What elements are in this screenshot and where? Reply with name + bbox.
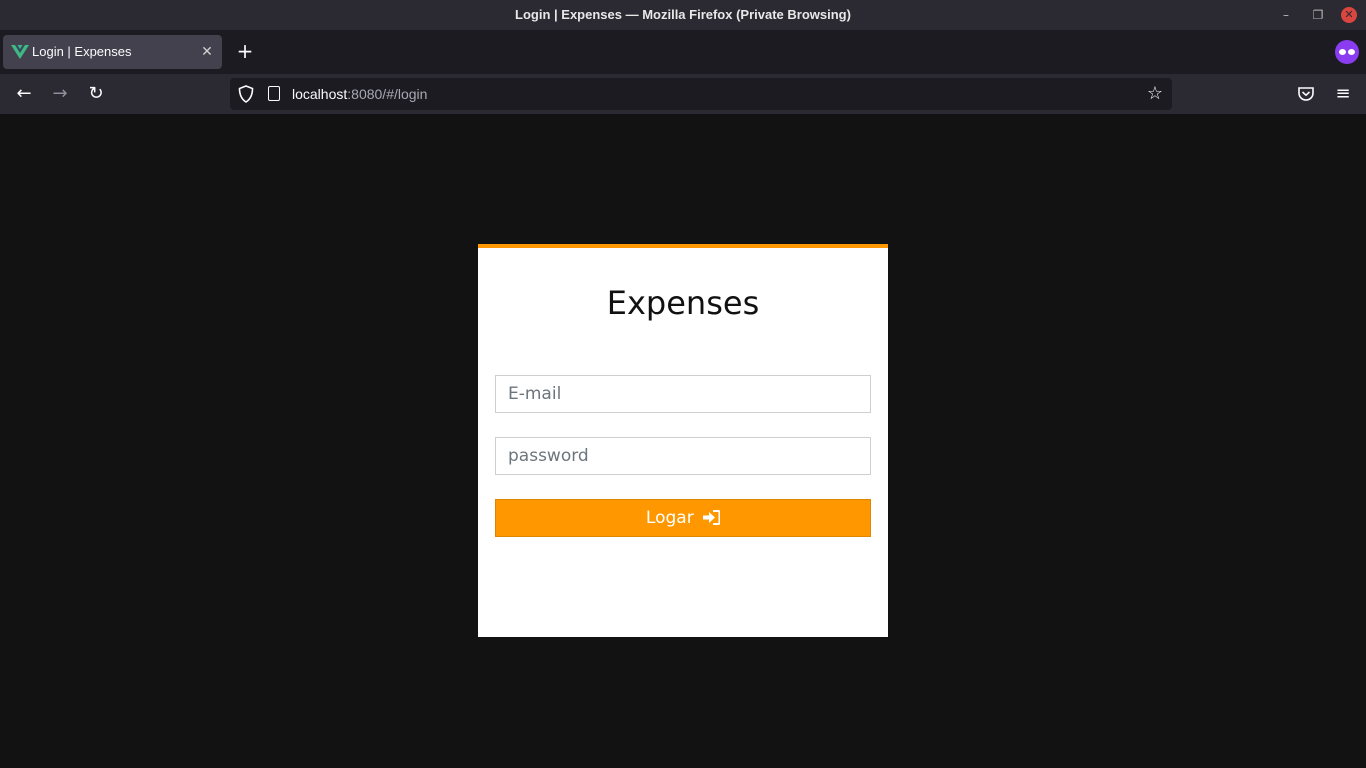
login-button[interactable]: Logar [495, 499, 871, 537]
close-window-button[interactable]: ✕ [1341, 7, 1357, 23]
vue-logo-icon [11, 45, 29, 59]
tab-label: Login | Expenses [32, 44, 132, 59]
login-card: Expenses Logar [478, 244, 888, 637]
back-button[interactable]: ← [12, 82, 36, 106]
window-titlebar: Login | Expenses — Mozilla Firefox (Priv… [0, 0, 1366, 30]
sign-in-icon [703, 510, 721, 525]
page-content: Expenses Logar [0, 114, 1366, 768]
bookmark-star-icon[interactable]: ☆ [1144, 83, 1166, 105]
tab-close-icon[interactable]: ✕ [198, 43, 216, 61]
reload-button[interactable]: ↻ [84, 82, 108, 106]
url-host: localhost [292, 86, 348, 102]
page-title: Expenses [606, 284, 760, 322]
forward-button[interactable]: → [48, 82, 72, 106]
url-path: :8080/#/login [347, 86, 428, 102]
address-bar[interactable]: localhost:8080/#/login ☆ [230, 78, 1172, 110]
hamburger-menu-icon[interactable]: ≡ [1333, 83, 1353, 105]
navigation-toolbar: ← → ↻ localhost:8080/#/login ☆ ≡ [0, 74, 1366, 114]
new-tab-button[interactable]: + [233, 39, 257, 63]
page-info-icon[interactable] [268, 86, 280, 101]
tab-login-expenses[interactable]: Login | Expenses ✕ [3, 35, 222, 69]
login-button-label: Logar [645, 508, 694, 528]
tracking-protection-shield-icon[interactable] [238, 85, 254, 103]
password-field[interactable] [495, 437, 871, 475]
restore-window-button[interactable]: ❐ [1310, 7, 1326, 23]
url-text[interactable]: localhost:8080/#/login [292, 78, 427, 110]
private-browsing-icon [1335, 40, 1359, 64]
pocket-icon[interactable] [1296, 84, 1316, 104]
tab-bar: Login | Expenses ✕ + [0, 30, 1366, 74]
window-title: Login | Expenses — Mozilla Firefox (Priv… [515, 7, 851, 22]
minimize-window-button[interactable]: – [1278, 7, 1294, 23]
email-field[interactable] [495, 375, 871, 413]
